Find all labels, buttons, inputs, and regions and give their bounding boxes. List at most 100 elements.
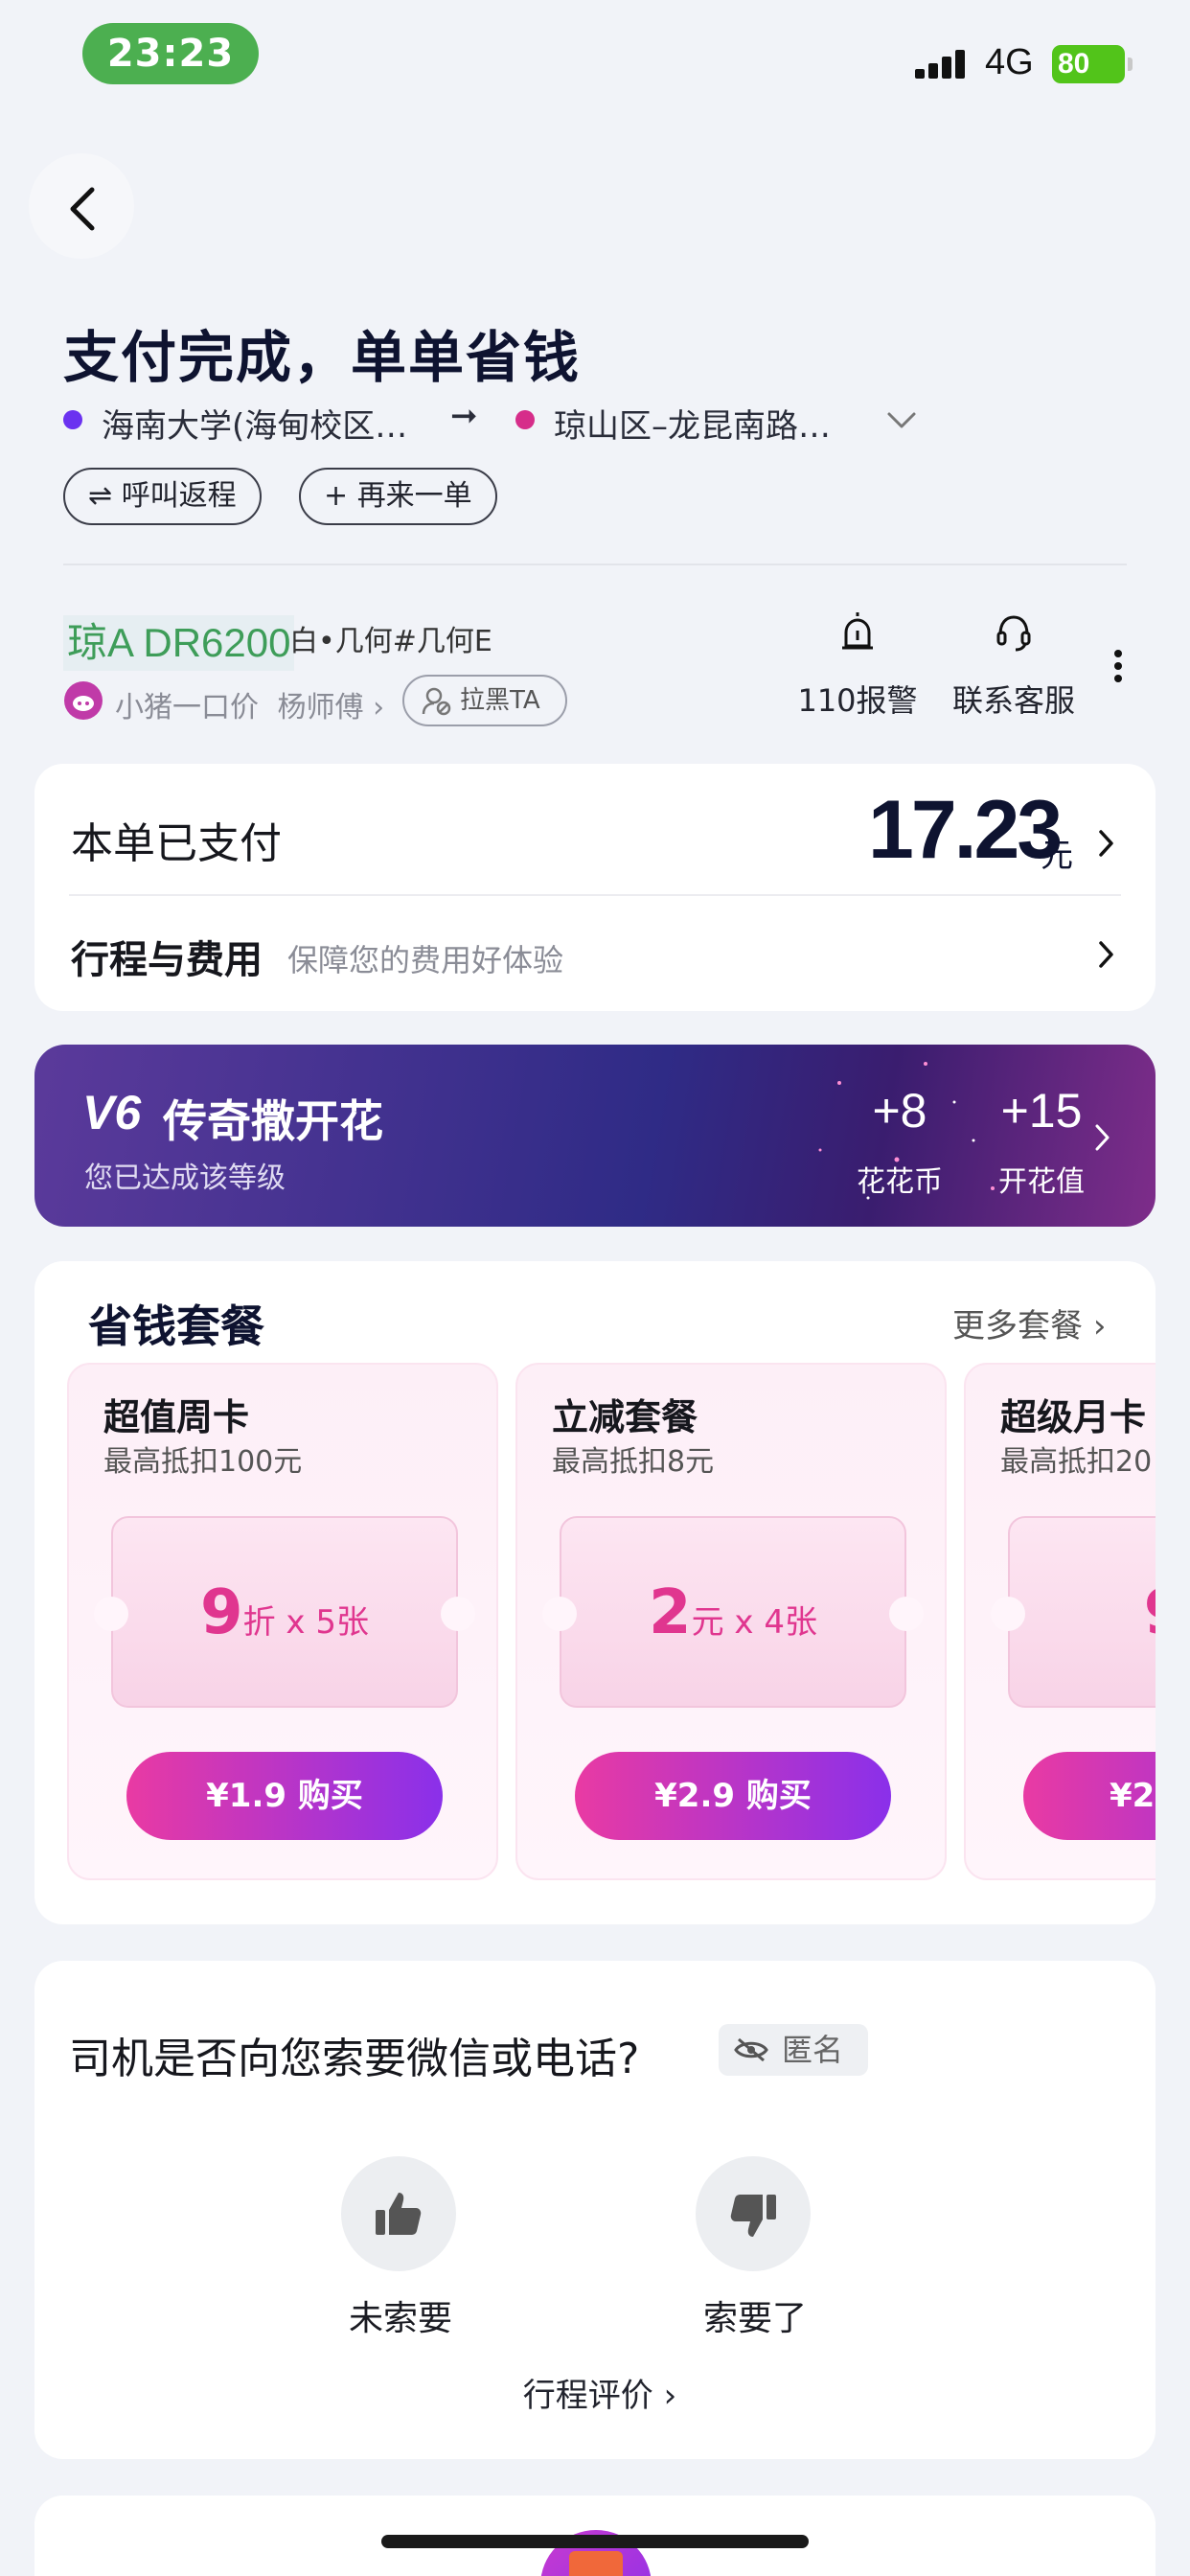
package-title: 立减套餐 bbox=[552, 1396, 698, 1438]
coupon-unit: 折 bbox=[242, 1603, 276, 1642]
driver-name: 杨师傅 bbox=[277, 691, 364, 724]
back-button[interactable] bbox=[29, 153, 134, 259]
coupon-unit: 元 bbox=[691, 1603, 724, 1642]
paid-unit: 元 bbox=[1041, 837, 1073, 875]
return-trip-button[interactable]: ⇌ 呼叫返程 bbox=[63, 468, 262, 525]
package-card-monthly[interactable]: 超级月卡 最高抵扣20 9折 ¥2. bbox=[964, 1363, 1156, 1880]
package-sub: 最高抵扣8元 bbox=[552, 1445, 715, 1479]
return-trip-label: 呼叫返程 bbox=[121, 479, 237, 513]
police-button[interactable]: 110报警 bbox=[795, 608, 920, 723]
package-title: 超值周卡 bbox=[103, 1396, 250, 1438]
divider bbox=[63, 564, 1127, 565]
requested-option[interactable]: 索要了 bbox=[678, 2156, 832, 2348]
level-sub: 您已达成该等级 bbox=[84, 1162, 286, 1195]
trip-review-label: 行程评价 bbox=[522, 2377, 653, 2415]
coins-value: +8 bbox=[872, 1084, 927, 1138]
coupon-ticket: 9折 bbox=[991, 1516, 1156, 1708]
origin-dot-icon bbox=[63, 410, 82, 429]
police-label: 110报警 bbox=[797, 682, 918, 719]
chevron-left-icon bbox=[70, 187, 95, 231]
fare-type: 小猪一口价 bbox=[115, 691, 259, 724]
paid-amount: 17.23 bbox=[868, 784, 1063, 876]
route-to: 琼山区–龙昆南路… bbox=[554, 407, 831, 446]
coupon-value: 9 bbox=[1144, 1577, 1156, 1648]
chevron-right-icon bbox=[1095, 1124, 1110, 1151]
network-type: 4G bbox=[985, 42, 1034, 82]
coupon-value: 9 bbox=[200, 1577, 243, 1648]
chevron-right-icon: › bbox=[663, 2377, 677, 2415]
anonymous-tag[interactable]: 匿名 bbox=[719, 2024, 868, 2076]
route-summary[interactable]: 海南大学(海甸校区… ➞ 琼山区–龙昆南路… bbox=[63, 397, 926, 446]
thumbs-up-icon bbox=[376, 2193, 422, 2235]
coupon-count: x 5张 bbox=[286, 1603, 369, 1642]
paid-row[interactable]: 本单已支付 17.23 元 bbox=[34, 764, 1156, 894]
coupon-ticket: 9折 x 5张 bbox=[94, 1516, 475, 1708]
not-requested-label: 未索要 bbox=[348, 2299, 452, 2338]
chevron-right-icon: › bbox=[1092, 1307, 1107, 1346]
level-tag: V6 bbox=[82, 1086, 142, 1139]
buy-button[interactable]: ¥1.9 购买 bbox=[126, 1752, 443, 1840]
destination-dot-icon bbox=[515, 410, 535, 429]
eye-off-icon bbox=[734, 2037, 768, 2062]
not-requested-option[interactable]: 未索要 bbox=[324, 2156, 477, 2348]
blacklist-label: 拉黑TA bbox=[460, 686, 540, 715]
bloom-label: 开花值 bbox=[998, 1165, 1085, 1199]
level-name: 传奇撒开花 bbox=[163, 1095, 383, 1147]
another-order-label: 再来一单 bbox=[356, 479, 472, 513]
chevron-down-icon[interactable] bbox=[885, 406, 918, 435]
trip-fee-row[interactable]: 行程与费用 保障您的费用好体验 bbox=[34, 898, 1156, 1009]
package-title: 超级月卡 bbox=[1000, 1396, 1147, 1438]
more-packages-link[interactable]: 更多套餐 › bbox=[952, 1300, 1106, 1346]
more-icon[interactable] bbox=[1111, 648, 1125, 686]
page-title: 支付完成，单单省钱 bbox=[63, 325, 582, 390]
more-packages-label: 更多套餐 bbox=[952, 1307, 1083, 1346]
another-order-button[interactable]: + 再来一单 bbox=[299, 468, 497, 525]
coupon-count: x 4张 bbox=[734, 1603, 817, 1642]
level-banner[interactable]: V6 传奇撒开花 您已达成该等级 +8 花花币 +15 开花值 bbox=[34, 1045, 1156, 1227]
anonymous-label: 匿名 bbox=[782, 2032, 844, 2068]
trip-fee-sub: 保障您的费用好体验 bbox=[287, 942, 564, 978]
chevron-right-icon bbox=[1099, 830, 1113, 857]
person-block-icon bbox=[422, 687, 451, 716]
bloom-value: +15 bbox=[1000, 1084, 1083, 1138]
chevron-right-icon bbox=[1099, 941, 1113, 968]
buy-button[interactable]: ¥2.9 购买 bbox=[575, 1752, 891, 1840]
coupon-value: 2 bbox=[649, 1577, 692, 1648]
payment-card: 本单已支付 17.23 元 行程与费用 保障您的费用好体验 bbox=[34, 764, 1156, 1011]
package-card-weekly[interactable]: 超值周卡 最高抵扣100元 9折 x 5张 ¥1.9 购买 bbox=[67, 1363, 498, 1880]
chevron-right-icon: › bbox=[373, 691, 385, 724]
route-from: 海南大学(海甸校区… bbox=[102, 407, 408, 446]
package-card-instant[interactable]: 立减套餐 最高抵扣8元 2元 x 4张 ¥2.9 购买 bbox=[515, 1363, 947, 1880]
driver-info[interactable]: 小猪一口价 杨师傅 › bbox=[115, 683, 384, 725]
package-sub: 最高抵扣100元 bbox=[103, 1445, 303, 1479]
trip-review-link[interactable]: 行程评价 › bbox=[494, 2369, 705, 2416]
headset-icon bbox=[996, 615, 1031, 652]
feedback-card: 司机是否向您索要微信或电话? 匿名 未索要 索要了 行程评价 › bbox=[34, 1961, 1156, 2459]
plus-icon: + bbox=[324, 479, 357, 513]
signal-icon bbox=[915, 50, 969, 79]
package-sub: 最高抵扣20 bbox=[1000, 1445, 1153, 1479]
alarm-icon bbox=[842, 612, 873, 650]
thumbs-down-icon bbox=[730, 2195, 776, 2237]
car-description: 白•几何#几何E bbox=[289, 625, 492, 658]
requested-label: 索要了 bbox=[702, 2299, 807, 2338]
license-plate: 琼A DR6200 bbox=[63, 615, 295, 671]
customer-service-label: 联系客服 bbox=[951, 682, 1075, 719]
home-indicator bbox=[381, 2535, 809, 2548]
packages-title: 省钱套餐 bbox=[88, 1300, 264, 1352]
coupon-ticket: 2元 x 4张 bbox=[542, 1516, 924, 1708]
route-arrow-icon: ➞ bbox=[450, 397, 478, 435]
buy-button[interactable]: ¥2. bbox=[1023, 1752, 1156, 1840]
battery-icon: 80 bbox=[1052, 45, 1133, 83]
coins-label: 花花币 bbox=[857, 1165, 943, 1199]
customer-service-button[interactable]: 联系客服 bbox=[947, 608, 1081, 723]
thumbs-down-button[interactable] bbox=[696, 2156, 811, 2271]
pig-logo-icon bbox=[64, 681, 103, 720]
blacklist-button[interactable]: 拉黑TA bbox=[402, 675, 567, 726]
trip-fee-label: 行程与费用 bbox=[71, 938, 263, 982]
status-time: 23:23 bbox=[82, 23, 259, 84]
thumbs-up-button[interactable] bbox=[341, 2156, 456, 2271]
swap-icon: ⇌ bbox=[88, 479, 122, 513]
packages-card: 省钱套餐 更多套餐 › 超值周卡 最高抵扣100元 9折 x 5张 ¥1.9 购… bbox=[34, 1261, 1156, 1924]
paid-label: 本单已支付 bbox=[71, 819, 282, 868]
